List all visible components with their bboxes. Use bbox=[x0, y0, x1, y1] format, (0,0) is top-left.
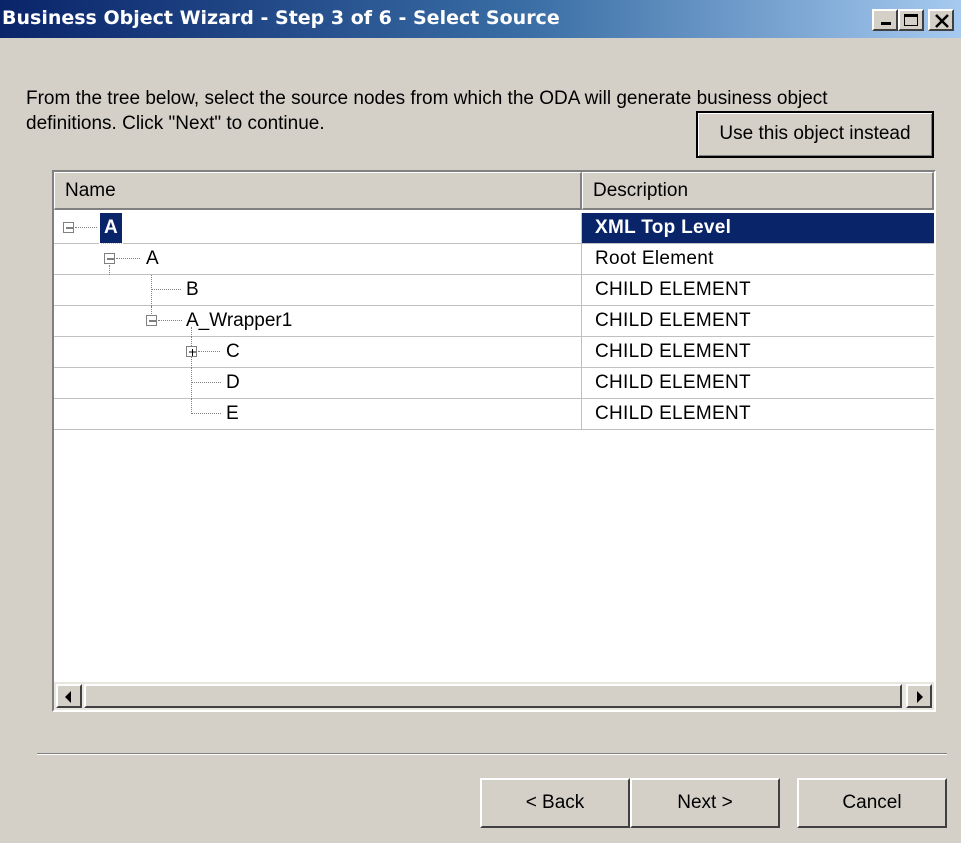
close-icon bbox=[935, 14, 949, 28]
tree-node-label[interactable]: A bbox=[146, 244, 159, 274]
back-button[interactable]: < Back bbox=[480, 778, 630, 828]
tree-rows: A XML Top Level A Root Element B CHILD E… bbox=[54, 212, 934, 430]
close-button[interactable] bbox=[928, 9, 954, 31]
tree-row[interactable]: B CHILD ELEMENT bbox=[54, 275, 934, 306]
scroll-right-button[interactable] bbox=[906, 684, 932, 708]
collapse-icon[interactable] bbox=[104, 253, 115, 264]
maximize-icon bbox=[904, 14, 918, 26]
horizontal-scrollbar[interactable] bbox=[54, 682, 934, 710]
window-title: Business Object Wizard - Step 3 of 6 - S… bbox=[2, 7, 560, 29]
tree-node-cell: E bbox=[54, 399, 581, 429]
tree-row[interactable]: E CHILD ELEMENT bbox=[54, 399, 934, 430]
expand-icon[interactable] bbox=[186, 346, 197, 357]
column-header-description[interactable]: Description bbox=[582, 172, 934, 210]
tree-node-description: CHILD ELEMENT bbox=[595, 310, 751, 331]
divider bbox=[37, 753, 947, 755]
scroll-left-button[interactable] bbox=[56, 684, 82, 708]
tree-node-description: XML Top Level bbox=[582, 213, 934, 243]
tree-row[interactable]: A XML Top Level bbox=[54, 212, 934, 244]
maximize-button[interactable] bbox=[898, 9, 924, 31]
tree-node-label[interactable]: C bbox=[226, 337, 240, 367]
tree-node-cell: A bbox=[54, 212, 581, 244]
tree-node-cell: C bbox=[54, 337, 581, 368]
scroll-right-icon bbox=[917, 691, 923, 703]
tree-node-label[interactable]: A bbox=[99, 212, 123, 244]
title-bar[interactable]: Business Object Wizard - Step 3 of 6 - S… bbox=[0, 0, 961, 38]
scrollbar-thumb[interactable] bbox=[84, 684, 902, 708]
tree-row[interactable]: D CHILD ELEMENT bbox=[54, 368, 934, 399]
tree-node-label[interactable]: D bbox=[226, 368, 240, 398]
minimize-icon bbox=[881, 22, 891, 25]
tree-row[interactable]: A Root Element bbox=[54, 244, 934, 275]
tree-node-description: CHILD ELEMENT bbox=[595, 341, 751, 362]
column-header-name[interactable]: Name bbox=[54, 172, 582, 210]
wizard-window: Business Object Wizard - Step 3 of 6 - S… bbox=[0, 0, 961, 843]
column-header: Name Description bbox=[54, 172, 934, 210]
tree-node-description: Root Element bbox=[595, 248, 714, 269]
collapse-icon[interactable] bbox=[146, 315, 157, 326]
tree-node-cell: B bbox=[54, 275, 581, 306]
tree-row[interactable]: C CHILD ELEMENT bbox=[54, 337, 934, 368]
source-tree-list[interactable]: Name Description A XML Top Level A Root … bbox=[52, 170, 936, 712]
tree-node-cell: D bbox=[54, 368, 581, 399]
next-button[interactable]: Next > bbox=[630, 778, 780, 828]
tree-node-label[interactable]: A_Wrapper1 bbox=[186, 306, 292, 336]
tree-node-description: CHILD ELEMENT bbox=[595, 372, 751, 393]
tree-node-description: CHILD ELEMENT bbox=[595, 403, 751, 424]
use-object-button[interactable]: Use this object instead bbox=[696, 111, 934, 158]
cancel-button[interactable]: Cancel bbox=[797, 778, 947, 828]
tree-node-cell: A bbox=[54, 244, 581, 275]
tree-node-cell: A_Wrapper1 bbox=[54, 306, 581, 337]
collapse-icon[interactable] bbox=[63, 222, 74, 233]
minimize-button[interactable] bbox=[872, 9, 898, 31]
tree-row[interactable]: A_Wrapper1 CHILD ELEMENT bbox=[54, 306, 934, 337]
tree-node-label[interactable]: E bbox=[226, 399, 239, 429]
tree-node-description: CHILD ELEMENT bbox=[595, 279, 751, 300]
tree-node-label[interactable]: B bbox=[186, 275, 199, 305]
scroll-left-icon bbox=[65, 691, 71, 703]
